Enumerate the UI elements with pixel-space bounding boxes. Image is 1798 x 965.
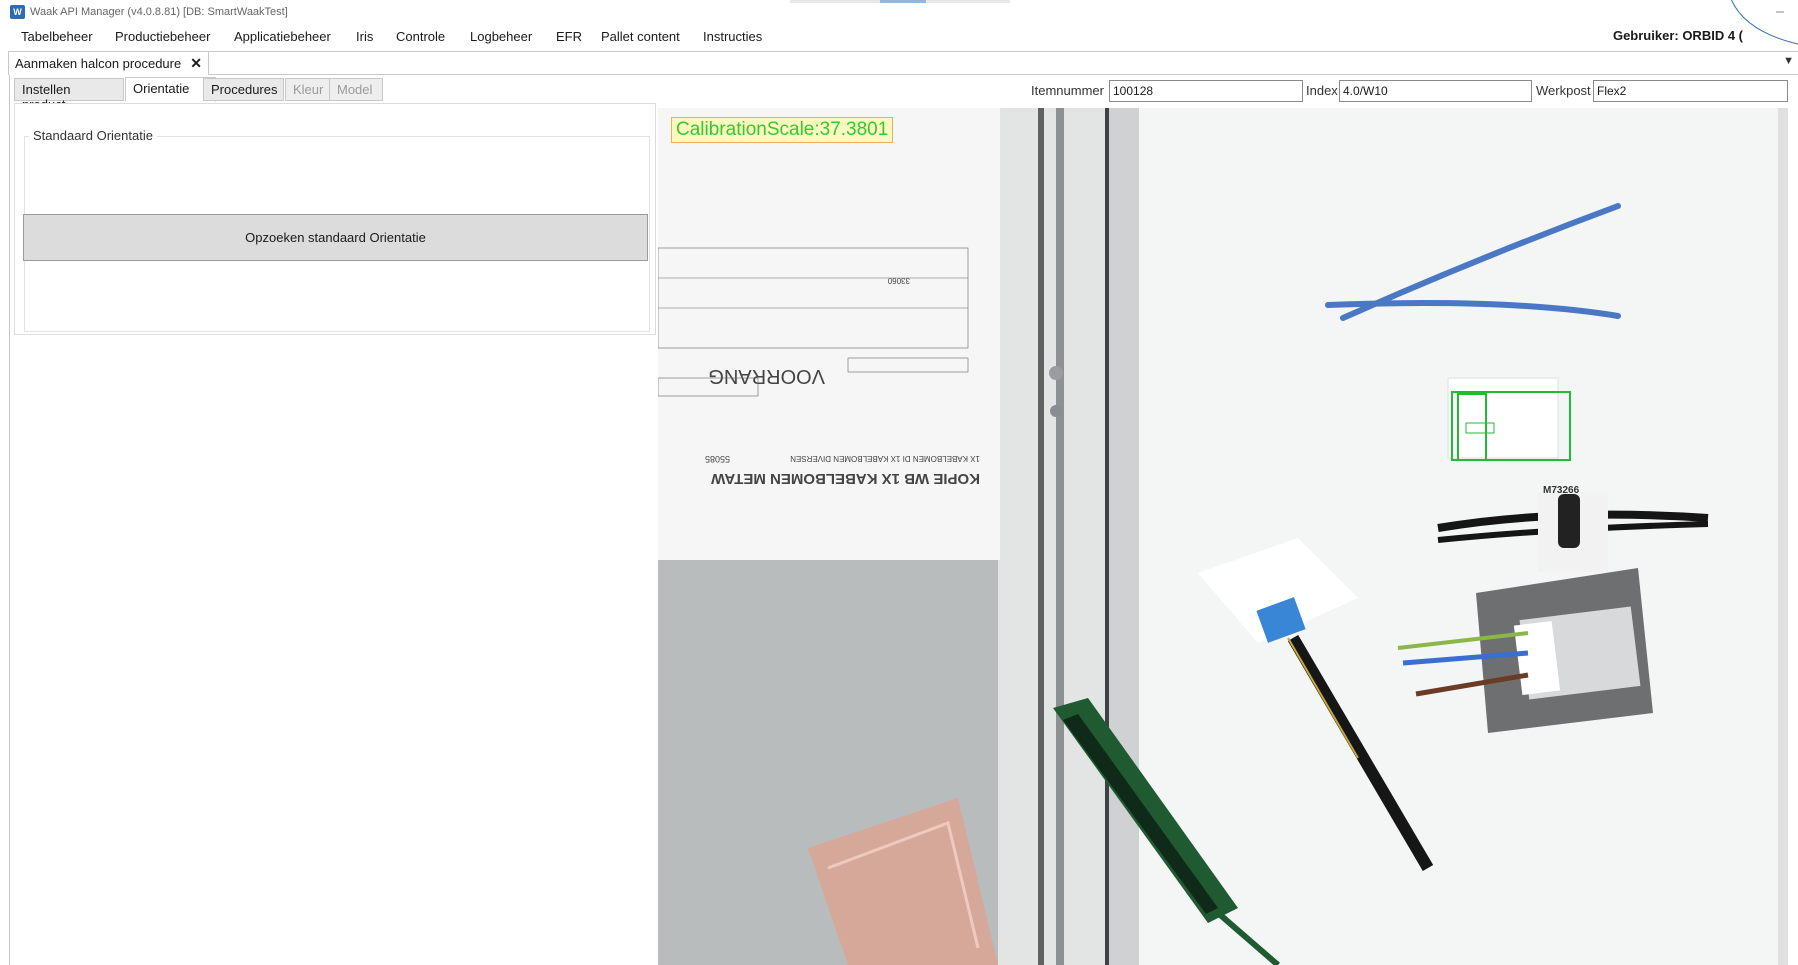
page-border	[9, 75, 10, 965]
paper-header: KOPIE WB 1X KABELBOMEN METAW	[710, 470, 980, 487]
werkpost-label: Werkpost	[1536, 83, 1591, 98]
menu-iris[interactable]: Iris	[356, 29, 373, 44]
camera-scene: KOPIE WB 1X KABELBOMEN METAW 1X KABELBOM…	[658, 108, 1788, 965]
right-border	[1791, 75, 1798, 965]
menu-controle[interactable]: Controle	[396, 29, 445, 44]
close-icon[interactable]: ✕	[190, 55, 202, 72]
tab-model: Model	[329, 78, 383, 101]
menu-bar: Tabelbeheer Productiebeheer Applicatiebe…	[0, 25, 1798, 51]
menu-instructies[interactable]: Instructies	[703, 29, 762, 44]
group-title: Standaard Orientatie	[29, 128, 157, 143]
index-field[interactable]	[1339, 80, 1532, 102]
camera-image: KOPIE WB 1X KABELBOMEN METAW 1X KABELBOM…	[658, 108, 1788, 965]
current-user: Gebruiker: ORBID 4 (	[1612, 28, 1743, 43]
menu-applicatiebeheer[interactable]: Applicatiebeheer	[234, 29, 331, 44]
menu-efr[interactable]: EFR	[556, 29, 582, 44]
itemnummer-label: Itemnummer	[1031, 83, 1104, 98]
menu-productiebeheer[interactable]: Productiebeheer	[115, 29, 210, 44]
menu-pallet-content[interactable]: Pallet content	[601, 29, 680, 44]
tab-kleur: Kleur	[285, 78, 334, 101]
paper-number: 33060	[887, 276, 910, 285]
menu-tabelbeheer[interactable]: Tabelbeheer	[21, 29, 93, 44]
title-bar: W Waak API Manager (v4.0.8.81) [DB: Smar…	[0, 0, 1798, 45]
document-tab-label: Aanmaken halcon procedure	[15, 56, 182, 71]
app-logo-icon: W	[10, 5, 25, 19]
tab-instellen-product[interactable]: Instellen product	[14, 78, 124, 112]
title-scroll-indicator	[790, 0, 1010, 3]
werkpost-field[interactable]	[1593, 80, 1788, 102]
paper-code: 55085	[705, 454, 730, 464]
part-label: M73266	[1543, 485, 1580, 496]
lookup-standard-orientation-button[interactable]: Opzoeken standaard Orientatie	[23, 214, 648, 261]
paper-stamp: VOORRANG	[708, 365, 825, 387]
itemnummer-field[interactable]	[1109, 80, 1303, 102]
tab-procedures[interactable]: Procedures	[203, 78, 284, 101]
window-title: Waak API Manager (v4.0.8.81) [DB: SmartW…	[30, 6, 288, 18]
menu-logbeheer[interactable]: Logbeheer	[470, 29, 532, 44]
document-tab[interactable]: Aanmaken halcon procedure ✕	[8, 51, 209, 75]
tab-list-menu-icon[interactable]: ▼	[1783, 55, 1794, 67]
index-label: Index	[1306, 83, 1338, 98]
document-tab-strip: Aanmaken halcon procedure ✕ ▼	[8, 51, 1798, 75]
paper-subtitle: 1X KABELBOMEN DI 1X KABELBOMEN DIVERSEN	[790, 454, 980, 463]
calibration-overlay: CalibrationScale:37.3801	[671, 117, 894, 143]
